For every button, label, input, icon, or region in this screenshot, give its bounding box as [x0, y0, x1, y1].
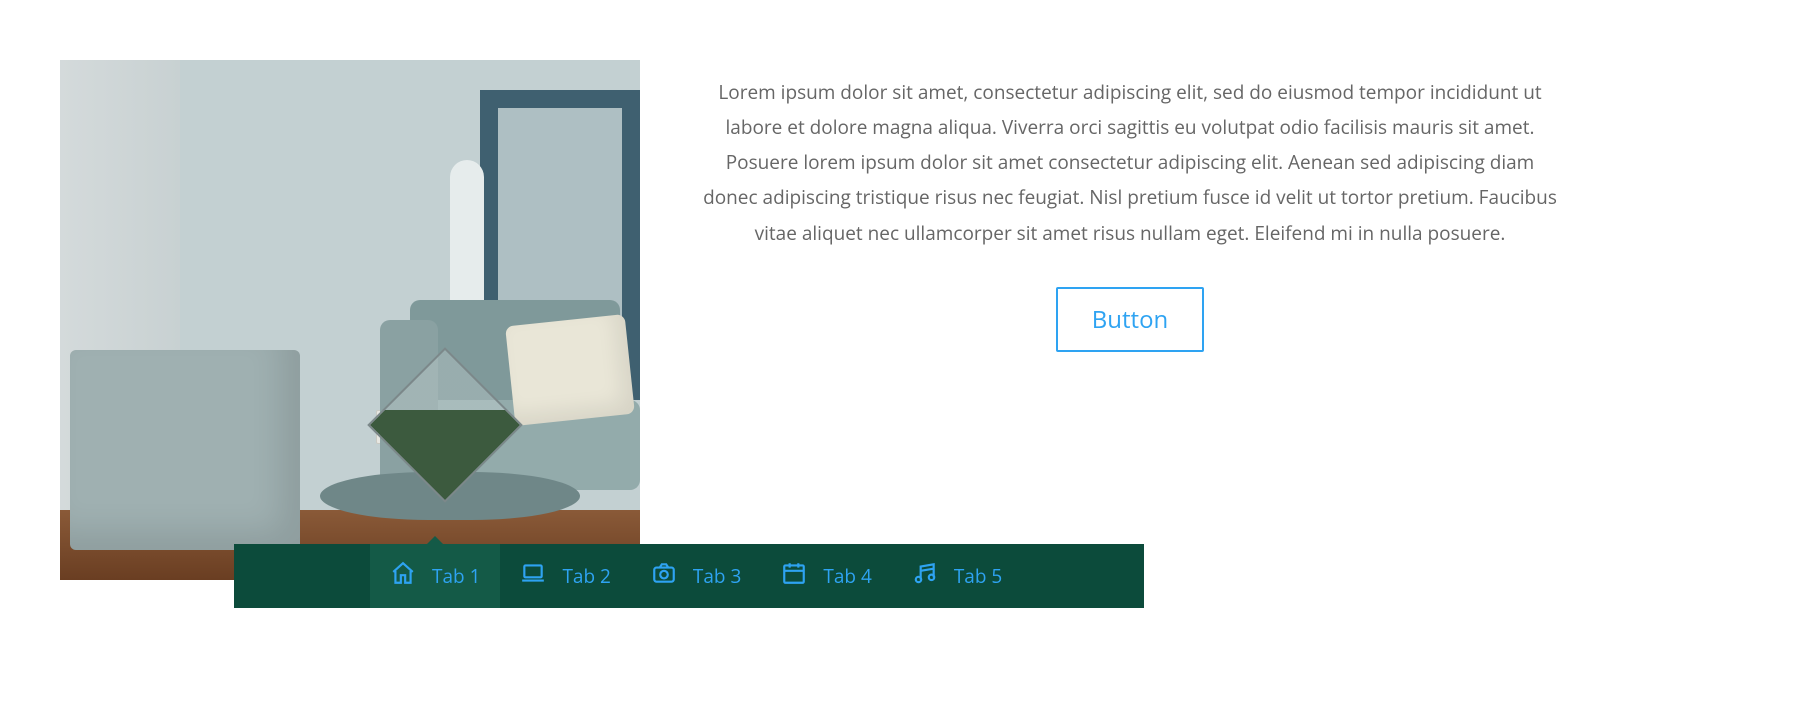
tab-1[interactable]: Tab 1 — [370, 544, 500, 608]
tab-label: Tab 1 — [432, 563, 480, 589]
tabs-bar: Tab 1 Tab 2 Tab 3 Tab 4 Tab 5 — [234, 544, 1144, 608]
tab-label: Tab 2 — [562, 563, 610, 589]
tab-4[interactable]: Tab 4 — [761, 544, 891, 608]
tab-2[interactable]: Tab 2 — [500, 544, 630, 608]
camera-icon — [651, 560, 677, 592]
calendar-icon — [781, 560, 807, 592]
music-icon — [912, 560, 938, 592]
home-icon — [390, 560, 416, 592]
tab-label: Tab 4 — [823, 563, 871, 589]
tab-label: Tab 3 — [693, 563, 741, 589]
cta-button[interactable]: Button — [1056, 287, 1205, 352]
laptop-icon — [520, 560, 546, 592]
body-paragraph: Lorem ipsum dolor sit amet, consectetur … — [700, 75, 1560, 251]
hero-image — [60, 60, 640, 580]
tab-3[interactable]: Tab 3 — [631, 544, 761, 608]
tab-label: Tab 5 — [954, 563, 1002, 589]
tab-5[interactable]: Tab 5 — [892, 544, 1022, 608]
